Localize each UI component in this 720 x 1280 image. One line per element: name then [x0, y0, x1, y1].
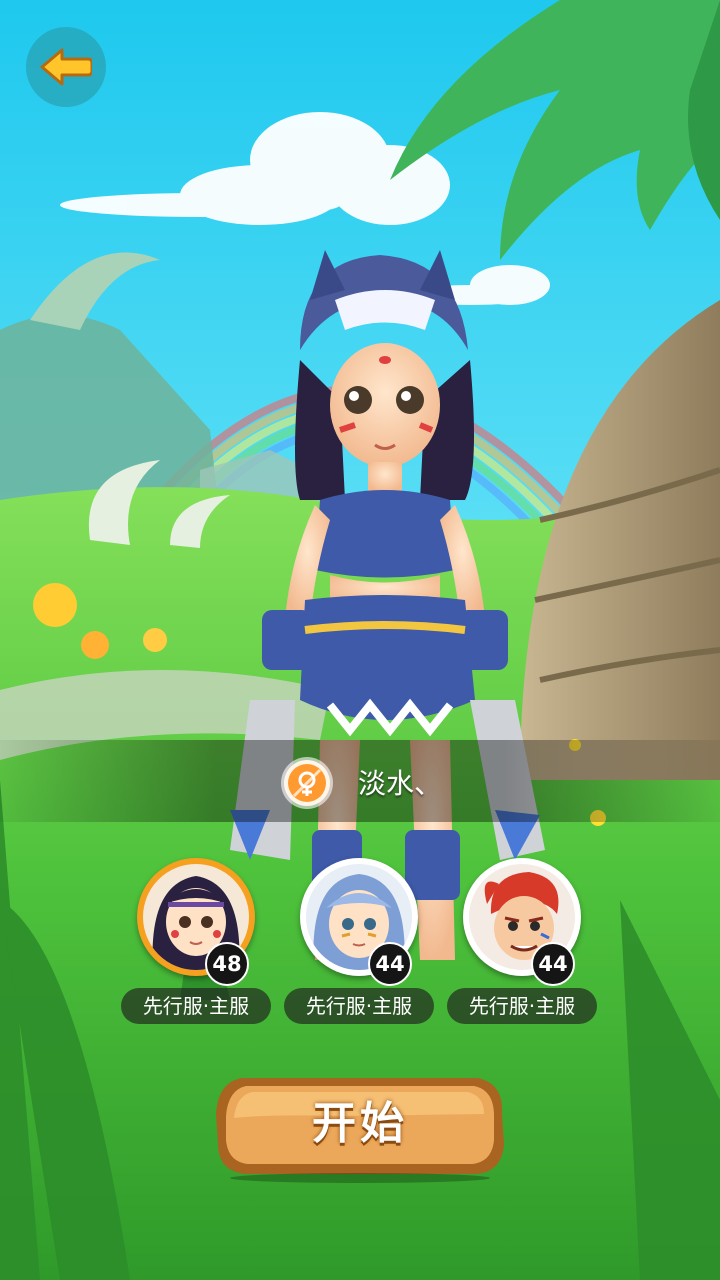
female-gender-icon	[284, 760, 330, 806]
role-slot-3[interactable]: 44 先行服·主服	[447, 858, 597, 1028]
role-level-badge: 44	[531, 942, 575, 986]
role-server-label: 先行服·主服	[284, 988, 434, 1024]
role-server-label: 先行服·主服	[447, 988, 597, 1024]
role-slot-2[interactable]: 44 先行服·主服	[284, 858, 434, 1028]
start-button[interactable]: 开始	[212, 1074, 508, 1184]
role-level-badge: 44	[368, 942, 412, 986]
role-server-label: 先行服·主服	[121, 988, 271, 1024]
back-button[interactable]	[26, 27, 106, 107]
role-slot-1[interactable]: 48 先行服·主服	[121, 858, 271, 1028]
role-level-badge: 48	[205, 942, 249, 986]
start-button-label: 开始	[312, 1098, 408, 1149]
left-arrow-icon	[40, 48, 92, 86]
player-name: 淡水、	[358, 767, 443, 800]
